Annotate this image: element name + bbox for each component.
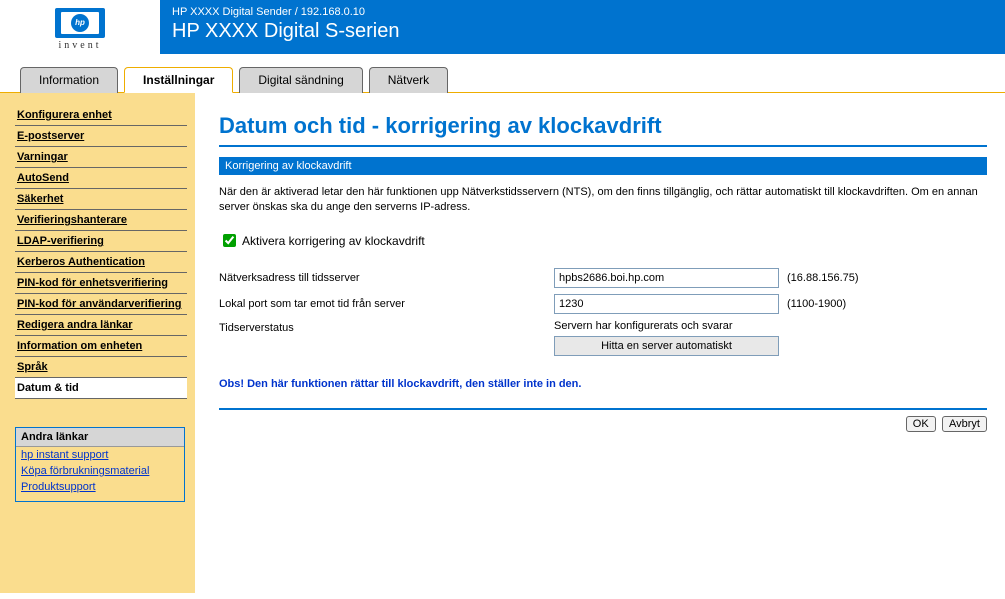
section-header: Korrigering av klockavdrift — [219, 157, 987, 175]
tab-network[interactable]: Nätverk — [369, 67, 448, 93]
hp-logo-cell: hp invent — [0, 0, 160, 54]
tab-digital-sending[interactable]: Digital sändning — [239, 67, 362, 93]
intro-text: När den är aktiverad letar den här funkt… — [219, 185, 987, 216]
page-title-header: HP XXXX Digital S-serien — [172, 20, 993, 43]
tab-settings[interactable]: Inställningar — [124, 67, 233, 93]
sidebar-item[interactable]: E-postserver — [15, 126, 187, 147]
divider — [219, 408, 987, 410]
sidebar-item[interactable]: LDAP-verifiering — [15, 231, 187, 252]
status-label: Tidserverstatus — [219, 320, 554, 334]
sidebar: Konfigurera enhetE-postserverVarningarAu… — [0, 93, 195, 593]
sidebar-item[interactable]: AutoSend — [15, 168, 187, 189]
address-label: Nätverksadress till tidsserver — [219, 272, 554, 284]
port-label: Lokal port som tar emot tid från server — [219, 298, 554, 310]
main-content: Datum och tid - korrigering av klockavdr… — [195, 93, 1005, 593]
sidebar-item[interactable]: Säkerhet — [15, 189, 187, 210]
sidebar-item[interactable]: PIN-kod för enhetsverifiering — [15, 273, 187, 294]
enable-drift-checkbox[interactable] — [223, 234, 236, 247]
sidebar-item[interactable]: Kerberos Authentication — [15, 252, 187, 273]
header-banner: HP XXXX Digital Sender / 192.168.0.10 HP… — [160, 0, 1005, 54]
breadcrumb: HP XXXX Digital Sender / 192.168.0.10 — [172, 6, 993, 18]
other-link[interactable]: Produktsupport — [16, 479, 184, 495]
sidebar-item[interactable]: PIN-kod för användarverifiering — [15, 294, 187, 315]
hp-logo-icon: hp — [55, 8, 105, 38]
other-link[interactable]: Köpa förbrukningsmaterial — [16, 463, 184, 479]
port-note: (1100-1900) — [787, 298, 846, 310]
highlight-note: Obs! Den här funktionen rättar till kloc… — [219, 378, 987, 390]
ok-button[interactable]: OK — [906, 416, 936, 432]
address-input[interactable] — [554, 268, 779, 288]
cancel-button[interactable]: Avbryt — [942, 416, 987, 432]
other-link[interactable]: hp instant support — [16, 447, 184, 463]
sidebar-item[interactable]: Redigera andra länkar — [15, 315, 187, 336]
sidebar-item[interactable]: Verifieringshanterare — [15, 210, 187, 231]
sidebar-item[interactable]: Varningar — [15, 147, 187, 168]
tab-bar: Information Inställningar Digital sändni… — [0, 66, 1005, 93]
sidebar-item[interactable]: Konfigurera enhet — [15, 105, 187, 126]
other-links-box: Andra länkar hp instant supportKöpa förb… — [15, 427, 185, 502]
find-server-button[interactable]: Hitta en server automatiskt — [554, 336, 779, 356]
sidebar-item[interactable]: Information om enheten — [15, 336, 187, 357]
page-title: Datum och tid - korrigering av klockavdr… — [219, 113, 987, 147]
sidebar-item[interactable]: Språk — [15, 357, 187, 378]
port-input[interactable] — [554, 294, 779, 314]
tab-information[interactable]: Information — [20, 67, 118, 93]
enable-drift-label[interactable]: Aktivera korrigering av klockavdrift — [242, 234, 425, 248]
status-text: Servern har konfigurerats och svarar — [554, 320, 779, 332]
invent-text: invent — [59, 40, 102, 51]
sidebar-item[interactable]: Datum & tid — [15, 378, 187, 399]
other-links-title: Andra länkar — [16, 428, 184, 447]
address-note: (16.88.156.75) — [787, 272, 859, 284]
